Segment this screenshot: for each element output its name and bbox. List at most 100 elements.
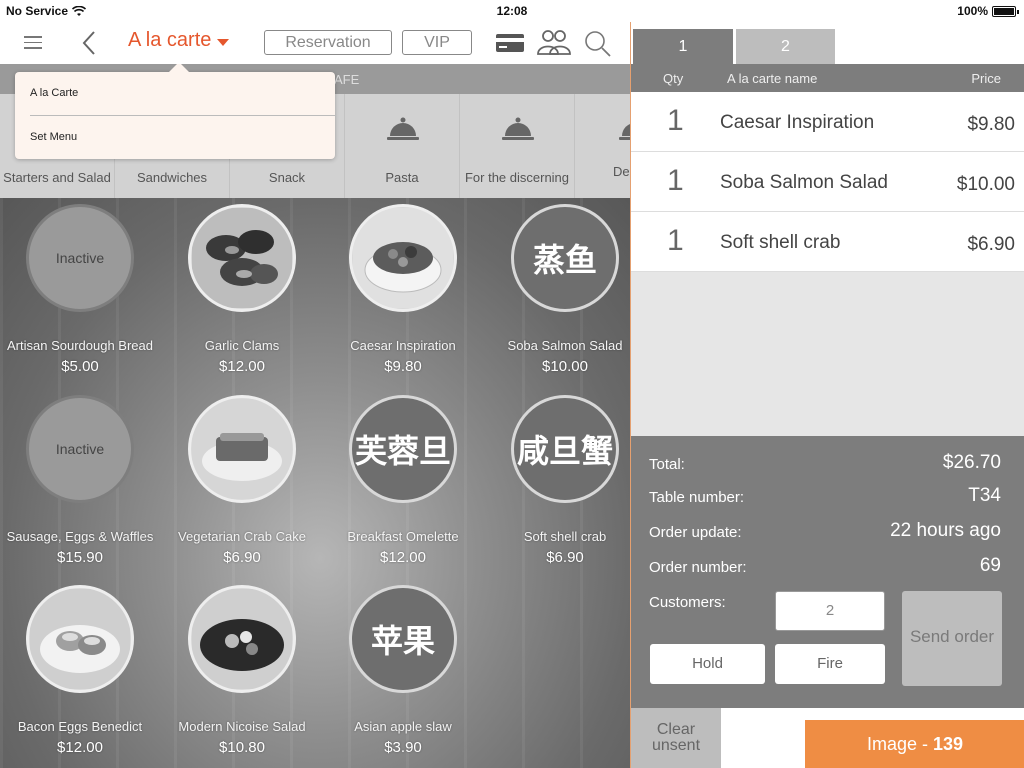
dropdown-item-set-menu[interactable]: Set Menu [30,131,77,143]
dish-price: $15.90 [57,549,103,566]
dish-tile[interactable]: 蒸鱼 Soba Salmon Salad $10.00 [487,204,630,375]
image-badge-prefix: Image - [866,734,933,754]
order-qty: 1 [667,104,684,137]
dish-tile[interactable]: 咸旦蟹 Soft shell crab $6.90 [487,395,630,566]
dish-image [188,204,296,312]
table-label: Table number: [649,489,745,506]
order-name: Caesar Inspiration [720,112,875,133]
dish-image [188,395,296,503]
dish-tile[interactable]: Inactive Artisan Sourdough Bread $5.00 [2,204,158,375]
category-label: For the discerning [464,170,570,185]
dish-tile[interactable]: Modern Nicoise Salad $10.80 [164,585,320,756]
salad-photo-icon [353,208,453,308]
dish-tile[interactable]: 芙蓉旦 Breakfast Omelette $12.00 [325,395,481,566]
dish-price: $5.00 [61,358,99,375]
dish-tile[interactable]: 苹果 Asian apple slaw $3.90 [325,585,481,756]
dish-tile[interactable]: Caesar Inspiration $9.80 [325,204,481,375]
dish-price: $10.80 [219,739,265,756]
dish-name: Artisan Sourdough Bread [7,338,153,353]
dish-tile[interactable]: Inactive Sausage, Eggs & Waffles $15.90 [2,395,158,566]
order-row[interactable]: 1 Caesar Inspiration $9.80 [631,92,1024,152]
subcategory-label: AFE [334,72,360,87]
order-name: Soft shell crab [720,232,841,253]
qty-header: Qty [663,71,684,86]
dish-price: $3.90 [384,739,422,756]
dropdown-divider [30,115,335,116]
hold-button[interactable]: Hold [650,644,765,684]
dish-price: $9.80 [384,358,422,375]
dish-price: $12.00 [57,739,103,756]
order-panel: 1 2 Qty A la carte name Price 1 Caesar I… [630,22,1024,768]
card-icon[interactable] [496,34,524,52]
table-value: T34 [968,485,1001,506]
dish-price: $10.00 [542,358,588,375]
menu-selector[interactable]: A la carte [128,29,230,52]
order-row[interactable]: 1 Soba Salmon Salad $10.00 [631,152,1024,212]
dish-tile[interactable]: Bacon Eggs Benedict $12.00 [2,585,158,756]
order-summary: Total: $26.70 Table number: T34 Order up… [631,436,1024,708]
dish-price: $12.00 [219,358,265,375]
dish-name: Breakfast Omelette [347,529,459,544]
caret-down-icon [217,39,230,46]
clock: 12:08 [496,4,528,18]
update-line: Order update: 22 hours ago [649,520,1001,541]
send-order-button[interactable]: Send order [902,591,1002,686]
category-label: Starters and Salad [3,170,111,185]
order-qty: 1 [667,224,684,257]
dropdown-item-a-la-carte[interactable]: A la Carte [30,87,78,99]
category-label: Sandwiches [136,170,208,185]
cloche-icon [619,124,630,140]
dish-price: $12.00 [380,549,426,566]
tab-1[interactable]: 1 [633,29,733,64]
order-qty: 1 [667,164,684,197]
dish-image: 咸旦蟹 [511,395,619,503]
dish-chinese-label: 咸旦蟹 [516,432,613,470]
status-bar: No Service 12:08 100% [0,0,1024,22]
fire-button[interactable]: Fire [775,644,885,684]
dish-tile[interactable]: Garlic Clams $12.00 [164,204,320,375]
customers-icon[interactable] [536,28,572,56]
dish-name: Soba Salmon Salad [507,338,623,353]
total-line: Total: $26.70 [649,452,1001,473]
order-list: 1 Caesar Inspiration $9.80 1 Soba Salmon… [631,92,1024,436]
category-dessert[interactable]: De [575,94,630,198]
dish-name: Bacon Eggs Benedict [17,719,143,734]
total-value: $26.70 [942,452,1001,473]
tab-2[interactable]: 2 [736,29,835,64]
menu-title: A la carte [128,29,212,51]
update-label: Order update: [649,524,742,541]
category-discerning[interactable]: For the discerning [460,94,575,198]
total-label: Total: [649,456,685,473]
image-badge: Image - 139 [805,720,1024,768]
dish-name: Vegetarian Crab Cake [178,529,306,544]
battery-icon [992,5,1019,17]
update-value: 22 hours ago [890,520,1001,541]
clear-unsent-button[interactable]: Clear unsent [631,708,721,768]
table-line: Table number: T34 [649,485,1001,506]
nicoise-photo-icon [192,589,292,689]
order-price: $10.00 [956,174,1015,195]
vip-button[interactable]: VIP [402,30,472,55]
name-header: A la carte name [727,71,818,86]
dish-tile[interactable]: Vegetarian Crab Cake $6.90 [164,395,320,566]
hamburger-icon[interactable] [24,36,42,50]
dish-image [26,585,134,693]
order-row[interactable]: 1 Soft shell crab $6.90 [631,212,1024,272]
order-number-value: 69 [979,555,1001,576]
inactive-label: Inactive [55,250,105,266]
category-pasta[interactable]: Pasta [345,94,460,198]
customers-input[interactable]: 2 [775,591,885,631]
dish-name: Asian apple slaw [354,719,452,734]
category-label: Snack [268,170,306,185]
dish-chinese-label: 苹果 [370,622,435,660]
reservation-button[interactable]: Reservation [264,30,392,55]
cloche-icon [387,117,419,140]
dish-name: Garlic Clams [204,338,280,353]
dish-image: 芙蓉旦 [349,395,457,503]
clams-photo-icon [192,208,292,308]
order-price: $6.90 [967,234,1015,255]
back-arrow-icon[interactable] [80,30,100,56]
dish-price: $6.90 [223,549,261,566]
dish-name: Sausage, Eggs & Waffles [6,529,154,544]
search-icon[interactable] [584,30,612,58]
